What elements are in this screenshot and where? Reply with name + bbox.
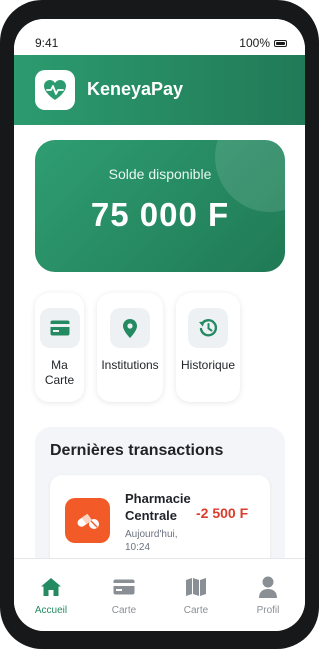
pills-icon — [65, 498, 110, 543]
nav-profil[interactable]: Profil — [232, 559, 304, 631]
bottom-nav: Accueil Carte Carte Profil — [14, 558, 305, 631]
nav-label: Carte — [111, 605, 137, 616]
credit-card-icon — [112, 575, 136, 599]
nav-accueil[interactable]: Accueil — [15, 559, 87, 631]
map-icon — [184, 575, 208, 599]
nav-label: Accueil — [34, 605, 68, 616]
credit-card-icon — [40, 308, 80, 348]
transactions-title: Dernières transactions — [50, 442, 224, 459]
quick-action-institutions[interactable]: Institutions — [97, 293, 163, 402]
balance-label: Solde disponible — [108, 166, 212, 182]
nav-carte[interactable]: Carte — [88, 559, 160, 631]
balance-card: Solde disponible 75 000 F — [35, 140, 285, 272]
nav-map[interactable]: Carte — [160, 559, 232, 631]
balance-amount: 75 000 F — [90, 196, 230, 233]
quick-action-ma-carte[interactable]: Ma Carte — [35, 293, 84, 402]
quick-action-label: Institutions — [101, 358, 159, 372]
phone-frame: 9:41 100% KeneyaPay Solde disponible 75 … — [0, 0, 319, 649]
heart-pulse-icon — [35, 70, 75, 110]
nav-label: Profil — [256, 605, 280, 616]
transaction-name: Pharmacie Centrale — [125, 491, 191, 523]
battery-icon — [274, 39, 287, 47]
location-pin-icon — [110, 308, 150, 348]
app-screen: 9:41 100% KeneyaPay Solde disponible 75 … — [14, 19, 305, 631]
nav-label: Carte — [183, 605, 209, 616]
battery-percent: 100% — [239, 36, 270, 50]
quick-action-label: Historique — [180, 358, 236, 372]
app-title: KeneyaPay — [87, 79, 184, 99]
quick-action-label: Ma Carte — [44, 358, 75, 387]
transaction-date: Aujourd'hui, 10:24 — [125, 529, 178, 553]
status-battery: 100% — [239, 36, 287, 50]
status-time: 9:41 — [35, 36, 59, 50]
user-icon — [256, 575, 280, 599]
status-bar: 9:41 100% — [14, 19, 305, 55]
transaction-amount: -2 500 F — [196, 505, 249, 521]
app-header: KeneyaPay — [14, 55, 305, 125]
history-icon — [188, 308, 228, 348]
quick-action-historique[interactable]: Historique — [176, 293, 240, 402]
home-icon — [39, 575, 63, 599]
